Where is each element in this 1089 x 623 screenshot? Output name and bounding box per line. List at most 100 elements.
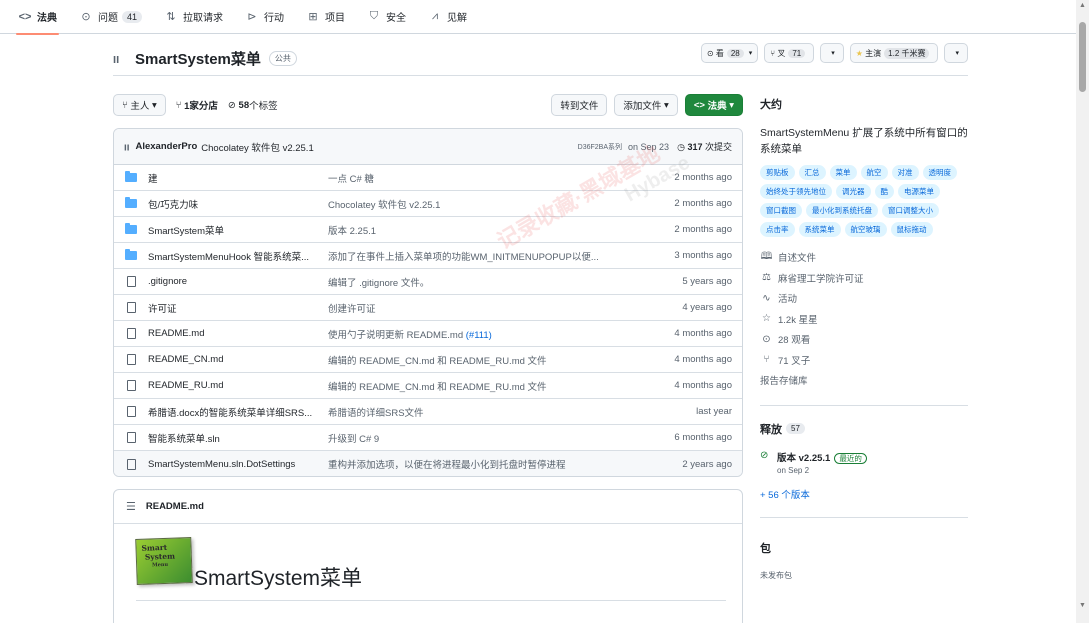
topic-tag[interactable]: 酷: [874, 184, 894, 199]
table-row[interactable]: SmartSystemMenuHook 智能系统菜... 添加了在事件上插入菜单项…: [114, 243, 742, 269]
file-commit-message[interactable]: 使用勺子说明更新 README.md (#111): [328, 327, 492, 341]
vertical-scrollbar[interactable]: ▲ ▼: [1076, 0, 1089, 623]
table-row[interactable]: SmartSystem菜单 版本 2.25.1 2 months ago: [114, 217, 742, 243]
scroll-up-icon[interactable]: ▲: [1078, 2, 1087, 9]
file-name[interactable]: SmartSystemMenu.sln.DotSettings: [148, 459, 318, 470]
tab-actions[interactable]: ⊳ 行动: [245, 0, 284, 34]
table-row[interactable]: 智能系统菜单.sln 升级到 C# 9 6 months ago: [114, 425, 742, 451]
topic-tag[interactable]: 窗口截图: [760, 203, 802, 218]
table-row[interactable]: SmartSystemMenu.sln.DotSettings 重构并添加选项，以…: [114, 451, 742, 476]
table-row[interactable]: README_RU.md 编辑的 README_CN.md 和 README_RU…: [114, 373, 742, 399]
release-date: on Sep 2: [777, 465, 810, 475]
activity-link[interactable]: ∿ 活动: [760, 288, 968, 309]
file-name[interactable]: README.md: [148, 328, 318, 339]
table-row[interactable]: README.md 使用勺子说明更新 README.md (#111) 4 mont…: [114, 321, 742, 347]
tab-security[interactable]: ⛉ 安全: [367, 0, 406, 34]
star-dropdown-button[interactable]: ▾: [944, 43, 968, 63]
file-commit-message[interactable]: 编辑的 README_CN.md 和 README_RU.md 文件: [328, 353, 547, 367]
logo-line: Menu: [152, 561, 169, 569]
topic-tag[interactable]: 系统菜单: [798, 222, 841, 237]
watchers-link[interactable]: ⊙ 28 观看: [760, 329, 968, 350]
pr-link[interactable]: (#111): [466, 330, 492, 341]
fork-button[interactable]: ⑂ 叉 71: [764, 43, 815, 63]
file-commit-message[interactable]: 编辑的 README_CN.md 和 README_RU.md 文件: [328, 379, 547, 393]
file-name[interactable]: 许可证: [148, 301, 318, 315]
file-name[interactable]: SmartSystemMenuHook 智能系统菜...: [148, 249, 318, 263]
file-commit-message[interactable]: 创建许可证: [328, 301, 376, 315]
add-file-button[interactable]: 添加文件 ▾: [614, 94, 678, 116]
code-button[interactable]: <> 法典 ▾: [684, 94, 743, 116]
file-name[interactable]: 建: [148, 171, 318, 185]
tab-pull-requests[interactable]: ⇅ 拉取请求: [164, 0, 223, 34]
file-commit-message[interactable]: 一点 C# 糖: [328, 171, 374, 185]
file-name[interactable]: SmartSystem菜单: [148, 223, 318, 237]
file-name[interactable]: README_RU.md: [148, 380, 318, 391]
scrollbar-thumb[interactable]: [1079, 22, 1086, 92]
list-icon[interactable]: ☰: [126, 500, 136, 513]
watch-button[interactable]: ⊙ 看 28 ▾: [700, 43, 759, 63]
file-name[interactable]: 希腊语.docx的智能系统菜单详细SRS...: [148, 405, 318, 419]
topic-tag[interactable]: 航空: [860, 165, 888, 180]
tags-link[interactable]: ⊘ 58 个标签: [228, 98, 278, 113]
topic-tag[interactable]: 调光器: [836, 184, 871, 199]
file-commit-message[interactable]: 版本 2.25.1: [328, 223, 376, 237]
actions-icon: ⊳: [247, 11, 257, 23]
file-name[interactable]: 智能系统菜单.sln: [148, 431, 318, 445]
commit-message[interactable]: Chocolatey 软件包 v2.25.1: [201, 140, 313, 154]
more-releases-link[interactable]: + 56 个版本: [760, 487, 968, 501]
stars-link[interactable]: ☆ 1.2k 星星: [760, 309, 968, 330]
scroll-down-icon[interactable]: ▼: [1078, 602, 1087, 609]
commit-sha[interactable]: D36F2BA系列: [578, 142, 622, 152]
file-name[interactable]: 包/巧克力味: [148, 197, 318, 211]
file-commit-message[interactable]: 编辑了 .gitignore 文件。: [328, 275, 429, 289]
table-row[interactable]: 希腊语.docx的智能系统菜单详细SRS... 希腊语的详细SRS文件 last y…: [114, 399, 742, 425]
license-link[interactable]: ⚖ 麻省理工学院许可证: [760, 268, 968, 289]
fork-dropdown-button[interactable]: ▾: [820, 43, 844, 63]
topic-tag[interactable]: 始终处于领先地位: [760, 184, 832, 199]
tab-projects[interactable]: ⊞ 项目: [306, 0, 345, 34]
packages-heading[interactable]: 包: [760, 540, 968, 556]
table-row[interactable]: 包/巧克力味 Chocolatey 软件包 v2.25.1 2 months ago: [114, 191, 742, 217]
tab-issues[interactable]: ⊙ 问题 41: [79, 0, 143, 34]
repo-name[interactable]: SmartSystem菜单: [135, 48, 261, 69]
table-row[interactable]: README_CN.md 编辑的 README_CN.md 和 README_RU…: [114, 347, 742, 373]
table-row[interactable]: .gitignore 编辑了 .gitignore 文件。 5 years ago: [114, 269, 742, 295]
goto-file-button[interactable]: 转到文件: [551, 94, 608, 116]
topic-tag[interactable]: 剪贴板: [760, 165, 795, 180]
topic-tag[interactable]: 菜单: [829, 165, 857, 180]
releases-header[interactable]: 释放 57: [760, 421, 968, 437]
file-commit-message[interactable]: 升级到 C# 9: [328, 431, 379, 445]
file-commit-message[interactable]: Chocolatey 软件包 v2.25.1: [328, 197, 440, 211]
file-commit-message[interactable]: 重构并添加选项，以便在将进程最小化到托盘时暂停进程: [328, 457, 566, 471]
file-commit-message[interactable]: 添加了在事件上插入菜单项的功能WM_INITMENUPOPUP以便...: [328, 249, 599, 263]
topic-tag[interactable]: 窗口调整大小: [882, 203, 939, 218]
file-name[interactable]: README_CN.md: [148, 354, 318, 365]
topic-tag[interactable]: 对准: [891, 165, 919, 180]
star-button[interactable]: ★ 主演 1.2 千米赛: [849, 43, 939, 63]
branches-link[interactable]: ⑂ 1家分店: [176, 98, 218, 113]
file-commit-message[interactable]: 希腊语的详细SRS文件: [328, 405, 424, 419]
table-row[interactable]: 许可证 创建许可证 4 years ago: [114, 295, 742, 321]
topic-tag[interactable]: 电源菜单: [898, 184, 940, 199]
chevron-down-icon: ▾: [149, 99, 157, 111]
topic-tag[interactable]: 点击率: [760, 222, 795, 237]
tab-code[interactable]: <> 法典: [16, 0, 59, 35]
latest-release[interactable]: ⊘ 版本 v2.25.1 最近的 on Sep 2: [760, 450, 968, 475]
readme-link[interactable]: 🕮 自述文件: [760, 247, 968, 268]
report-repo-link[interactable]: 报告存储库: [760, 370, 968, 391]
topic-tag[interactable]: 透明度: [922, 165, 957, 180]
topic-tag[interactable]: 最小化到系统托盘: [806, 203, 878, 218]
file-name[interactable]: .gitignore: [148, 276, 318, 287]
forks-link[interactable]: ⑂ 71 叉子: [760, 350, 968, 371]
table-row[interactable]: 建一点 C# 糖 2 months ago: [114, 165, 742, 191]
topic-tag[interactable]: 航空玻璃: [844, 222, 887, 237]
readme-filename[interactable]: README.md: [146, 501, 204, 512]
branch-select-button[interactable]: ⑂ 主人 ▾: [113, 94, 166, 116]
commit-author[interactable]: AlexanderPro: [135, 141, 197, 152]
packages-empty: 未发布包: [760, 570, 792, 580]
topic-tag[interactable]: 鼠标拖动: [890, 222, 933, 237]
topic-tag[interactable]: 汇总: [798, 165, 826, 180]
avatar[interactable]: ꞁꞁ: [124, 142, 129, 151]
tab-insights[interactable]: ⩘ 见解: [428, 0, 467, 34]
commits-link[interactable]: ◷ 317 次提交: [677, 140, 732, 153]
